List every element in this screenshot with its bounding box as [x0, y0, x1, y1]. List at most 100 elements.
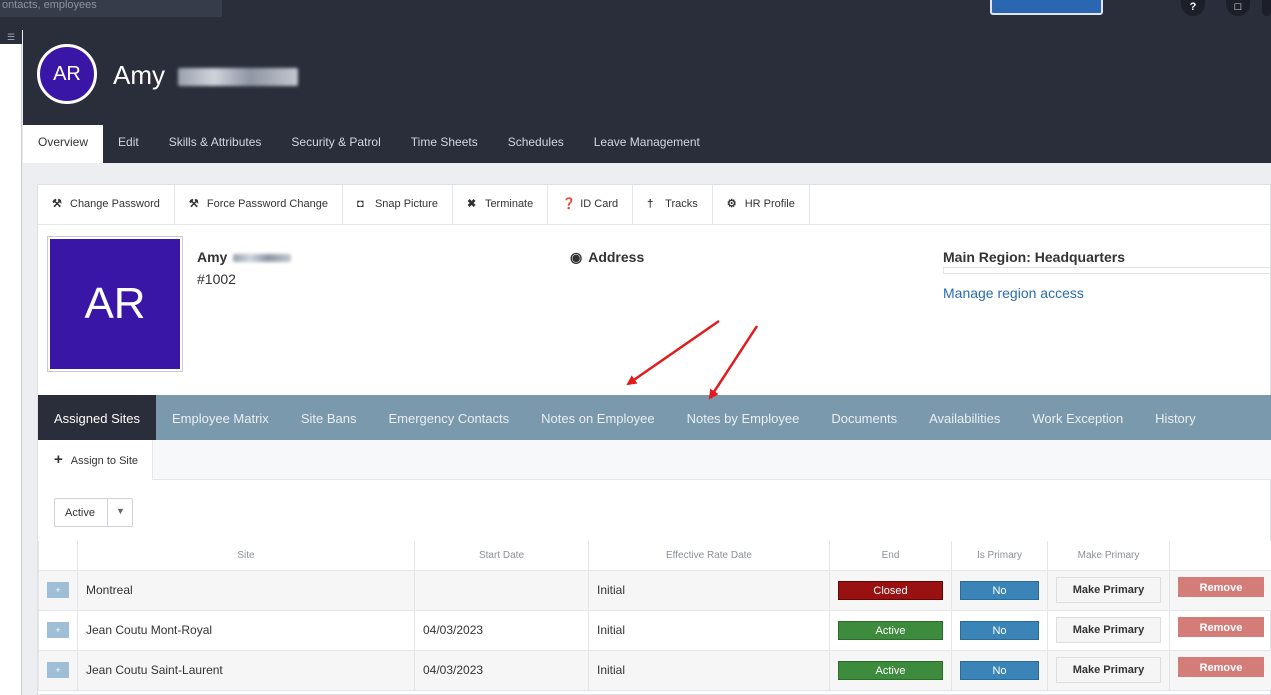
terminate-label: Terminate: [484, 198, 534, 210]
status-filter-dropdown[interactable]: Active ▼: [54, 498, 133, 527]
site-cell: Jean Coutu Mont-Royal: [77, 609, 415, 651]
nav-time-sheets[interactable]: Time Sheets: [396, 125, 493, 163]
col-effective-rate-date[interactable]: Effective Rate Date: [588, 541, 830, 571]
make-primary-button[interactable]: Make Primary: [1056, 617, 1161, 643]
start-date-cell: 04/03/2023: [414, 649, 589, 691]
site-cell: Jean Coutu Saint-Laurent: [77, 649, 415, 691]
map-pin-icon: †: [647, 198, 654, 210]
nav-security-patrol[interactable]: Security & Patrol: [276, 125, 395, 163]
id-card-button[interactable]: ❓ ID Card: [548, 185, 634, 225]
hr-profile-label: HR Profile: [744, 198, 795, 210]
assign-to-site-label: Assign to Site: [70, 455, 139, 467]
remove-button[interactable]: Remove: [1178, 576, 1264, 597]
col-is-primary[interactable]: Is Primary: [951, 541, 1048, 571]
hr-profile-button[interactable]: ⚙ HR Profile: [713, 185, 810, 225]
tracks-button[interactable]: † Tracks: [633, 185, 713, 225]
question-circle-icon: ❓: [562, 198, 576, 210]
avatar: AR: [37, 44, 97, 104]
expand-row-button[interactable]: +: [47, 622, 69, 638]
global-search-input[interactable]: ontacts, employees: [0, 0, 222, 17]
employee-photo[interactable]: AR: [48, 237, 182, 371]
col-make-primary[interactable]: Make Primary: [1047, 541, 1170, 571]
table-row: + Jean Coutu Mont-Royal 04/03/2023 Initi…: [38, 609, 1271, 651]
x-icon: ✖: [466, 198, 477, 210]
employee-number: #1002: [197, 271, 236, 287]
dropdown-divider: [107, 499, 108, 526]
col-remove: [1169, 541, 1271, 571]
change-password-button[interactable]: ⚒ Change Password: [38, 185, 175, 225]
employee-first-name: Amy: [113, 60, 165, 90]
tab-emergency-contacts[interactable]: Emergency Contacts: [372, 395, 525, 440]
gear-icon: ⚙: [726, 198, 737, 210]
col-site[interactable]: Site: [77, 541, 415, 571]
table-header: Site Start Date Effective Rate Date End …: [38, 541, 1271, 571]
start-date-cell: 04/03/2023: [414, 609, 589, 651]
change-password-label: Change Password: [70, 198, 160, 210]
table-row: + Jean Coutu Saint-Laurent 04/03/2023 In…: [38, 649, 1271, 691]
tab-employee-matrix[interactable]: Employee Matrix: [156, 395, 285, 440]
tab-documents[interactable]: Documents: [815, 395, 913, 440]
nav-overview[interactable]: Overview: [23, 125, 104, 163]
manage-region-access-link[interactable]: Manage region access: [943, 285, 1084, 301]
help-icon[interactable]: ?: [1181, 0, 1205, 16]
detail-tabs: Assigned Sites Employee Matrix Site Bans…: [38, 395, 1271, 440]
remove-button[interactable]: Remove: [1178, 656, 1264, 677]
top-bar: ontacts, employees ? □: [0, 0, 1271, 30]
top-action-button[interactable]: [990, 0, 1103, 15]
is-primary-badge: No: [960, 580, 1039, 600]
tab-notes-on-employee[interactable]: Notes on Employee: [525, 395, 670, 440]
globe-icon: ◉: [570, 249, 583, 265]
id-card-label: ID Card: [580, 198, 619, 210]
snap-picture-button[interactable]: ◘ Snap Picture: [343, 185, 453, 225]
employee-name: Amy: [197, 249, 292, 265]
wrench-icon: ⚒: [188, 198, 199, 210]
force-password-change-button[interactable]: ⚒ Force Password Change: [175, 185, 343, 225]
nav-skills-attributes[interactable]: Skills & Attributes: [154, 125, 277, 163]
address-label: Address: [588, 249, 645, 265]
terminate-button[interactable]: ✖ Terminate: [453, 185, 549, 225]
tab-assigned-sites[interactable]: Assigned Sites: [38, 395, 156, 440]
tracks-label: Tracks: [665, 198, 698, 210]
user-menu-icon[interactable]: [1262, 0, 1271, 16]
tab-work-exception[interactable]: Work Exception: [1016, 395, 1139, 440]
col-expand: [38, 541, 78, 571]
tab-notes-by-employee[interactable]: Notes by Employee: [671, 395, 816, 440]
nav-edit[interactable]: Edit: [103, 125, 154, 163]
assigned-sites-table: Site Start Date Effective Rate Date End …: [38, 541, 1271, 691]
nav-leave-management[interactable]: Leave Management: [579, 125, 715, 163]
expand-row-button[interactable]: +: [47, 662, 69, 678]
assign-to-site-button[interactable]: + Assign to Site: [38, 440, 154, 480]
employee-first-name-card: Amy: [197, 249, 228, 265]
chevron-down-icon[interactable]: ▼: [116, 506, 125, 516]
assigned-sites-toolbar: + Assign to Site: [38, 440, 1271, 480]
camera-icon: ◘: [356, 198, 364, 210]
snap-picture-label: Snap Picture: [374, 198, 438, 210]
address-heading: ◉ Address: [570, 249, 644, 266]
expand-row-button[interactable]: +: [47, 582, 69, 598]
col-start-date[interactable]: Start Date: [414, 541, 589, 571]
employee-nav: Overview Edit Skills & Attributes Securi…: [23, 125, 715, 163]
site-cell: Montreal: [77, 569, 415, 611]
start-date-cell: [414, 569, 589, 611]
tab-availabilities[interactable]: Availabilities: [913, 395, 1016, 440]
col-end[interactable]: End: [829, 541, 952, 571]
rate-date-cell: Initial: [588, 649, 830, 691]
redacted-last-name: [233, 254, 292, 263]
end-status-badge: Closed: [838, 580, 943, 600]
left-rail: ☰: [0, 30, 22, 695]
alerts-icon[interactable]: □: [1226, 0, 1250, 16]
nav-schedules[interactable]: Schedules: [493, 125, 579, 163]
make-primary-button[interactable]: Make Primary: [1056, 577, 1161, 603]
remove-button[interactable]: Remove: [1178, 616, 1264, 637]
plus-icon: +: [54, 451, 63, 468]
tab-site-bans[interactable]: Site Bans: [285, 395, 373, 440]
make-primary-button[interactable]: Make Primary: [1056, 657, 1161, 683]
main-region-label: Main Region: Headquarters: [943, 249, 1126, 265]
region-divider: [943, 267, 1271, 274]
menu-toggle-icon[interactable]: ☰: [0, 30, 22, 44]
action-toolbar: ⚒ Change Password ⚒ Force Password Change …: [38, 185, 1271, 225]
end-status-badge: Active: [838, 620, 943, 640]
is-primary-badge: No: [960, 660, 1039, 680]
table-row: + Montreal Initial Closed No Make Primar…: [38, 569, 1271, 611]
tab-history[interactable]: History: [1139, 395, 1211, 440]
